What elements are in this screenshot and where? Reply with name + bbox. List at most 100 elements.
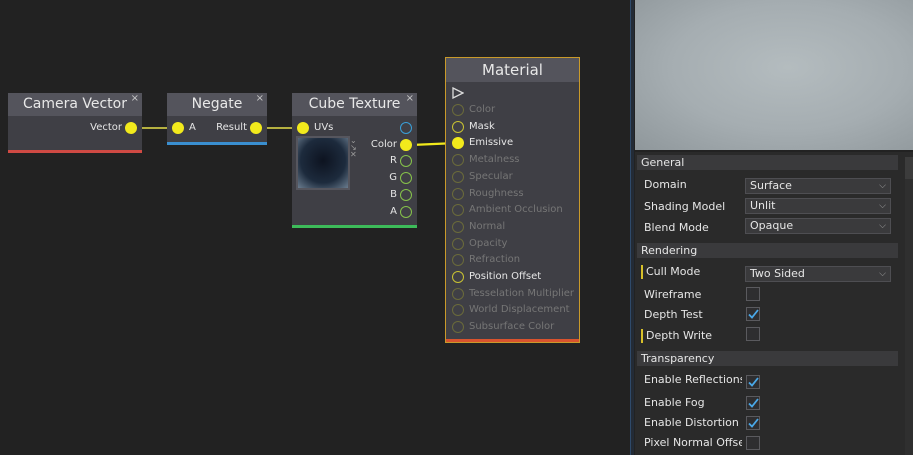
pin-label-normal: Normal	[469, 220, 506, 232]
pin-label-vector: Vector	[90, 122, 122, 133]
input-pin-tesselation-multiplier[interactable]	[452, 287, 464, 300]
node-color-bar	[167, 142, 267, 145]
close-icon[interactable]: ×	[131, 93, 139, 105]
close-icon[interactable]: ×	[256, 93, 264, 105]
cull-mode-dropdown[interactable]: Two Sided ⌵	[745, 266, 891, 282]
properties-scrollbar-thumb[interactable]	[905, 157, 913, 179]
node-color-bar	[292, 225, 417, 228]
camera-vector-node[interactable]: Camera Vector × Vector	[8, 93, 142, 153]
wireframe-checkbox[interactable]	[746, 287, 760, 301]
section-header-general[interactable]: General	[637, 155, 898, 170]
input-pin-normal[interactable]	[452, 220, 464, 233]
pin-label-mask: Mask	[469, 120, 495, 132]
node-title: Cube Texture	[292, 93, 417, 116]
pin-label-specular: Specular	[469, 170, 513, 182]
pin-label-opacity: Opacity	[469, 237, 508, 249]
output-pin-r[interactable]	[400, 155, 412, 167]
pin-label-metalness: Metalness	[469, 154, 520, 166]
input-pin-mask[interactable]	[452, 120, 464, 133]
checkmark-icon	[748, 377, 759, 387]
input-pin-roughness[interactable]	[452, 187, 464, 200]
pin-label-ambient-occlusion: Ambient Occlusion	[469, 204, 563, 216]
output-pin-a[interactable]	[400, 206, 412, 218]
texture-options-icon[interactable]: ⌄ ↘ ✕	[350, 137, 357, 159]
section-header-rendering[interactable]: Rendering	[637, 243, 898, 258]
pin-label-world-displacement: World Displacement	[469, 304, 570, 316]
play-arrow-icon[interactable]	[452, 87, 464, 99]
checkmark-icon	[748, 398, 759, 408]
checkmark-icon	[748, 309, 759, 319]
input-pin-subsurface-color[interactable]	[452, 321, 464, 334]
pin-label-tesselation-multiplier: Tesselation Multiplier	[469, 287, 574, 299]
chevron-down-icon: ⌵	[879, 221, 886, 231]
pin-label-result: Result	[216, 122, 247, 133]
node-title: Camera Vector	[8, 93, 142, 116]
output-pin-result[interactable]	[250, 122, 262, 134]
pin-label-b: B	[390, 189, 397, 200]
enable-reflections-checkbox[interactable]	[746, 375, 760, 389]
enable-fog-checkbox[interactable]	[746, 396, 760, 410]
cube-texture-node[interactable]: Cube Texture × UVs ⌄ ↘ ✕ Color R G B A	[292, 93, 417, 228]
output-pin-g[interactable]	[400, 172, 412, 184]
cull-mode-label: Cull Mode	[641, 265, 744, 279]
section-header-transparency[interactable]: Transparency	[637, 351, 898, 366]
chevron-down-icon: ⌵	[879, 269, 886, 279]
output-pin-vector[interactable]	[125, 122, 137, 134]
pin-label-a-out: A	[390, 206, 397, 217]
depth-write-label: Depth Write	[641, 329, 744, 343]
domain-dropdown[interactable]: Surface ⌵	[745, 178, 891, 194]
output-pin-b[interactable]	[400, 189, 412, 201]
chevron-down-icon: ⌵	[879, 181, 886, 191]
pin-label-r: R	[390, 155, 397, 166]
input-pin-uvs[interactable]	[297, 122, 309, 134]
properties-scrollbar[interactable]	[905, 157, 913, 455]
pin-label-roughness: Roughness	[469, 187, 524, 199]
input-pin-ambient-occlusion[interactable]	[452, 204, 464, 217]
pin-label-color: Color	[370, 139, 397, 150]
enable-distortion-checkbox[interactable]	[746, 416, 760, 430]
pin-label-a: A	[189, 122, 196, 133]
panel-splitter[interactable]	[630, 0, 634, 455]
input-pin-emissive[interactable]	[452, 137, 464, 150]
depth-test-label: Depth Test	[644, 308, 703, 321]
domain-label: Domain	[644, 178, 687, 191]
depth-test-checkbox[interactable]	[746, 307, 760, 321]
shading-model-dropdown[interactable]: Unlit ⌵	[745, 198, 891, 214]
close-icon[interactable]: ×	[406, 93, 414, 105]
wireframe-label: Wireframe	[644, 288, 702, 301]
material-preview-viewport[interactable]	[635, 0, 913, 150]
input-pin-a[interactable]	[172, 122, 184, 134]
pin-label-color: Color	[469, 104, 496, 115]
pin-label-emissive: Emissive	[469, 137, 514, 149]
pixel-normal-offset-label: Pixel Normal Offset	[644, 436, 742, 449]
cull-mode-value: Two Sided	[750, 267, 805, 280]
input-pin-opacity[interactable]	[452, 237, 464, 250]
output-pin-unlabeled[interactable]	[400, 122, 412, 134]
pin-label-g: G	[389, 172, 397, 183]
texture-thumbnail[interactable]	[296, 136, 350, 190]
material-node[interactable]: Material Color Mask Emissive Metalness Specu…	[445, 57, 580, 343]
depth-write-checkbox[interactable]	[746, 327, 760, 341]
input-pin-specular[interactable]	[452, 170, 464, 183]
input-pin-world-displacement[interactable]	[452, 304, 464, 317]
pixel-normal-offset-checkbox[interactable]	[746, 436, 760, 450]
pin-label-position-offset: Position Offset	[469, 271, 542, 282]
node-graph-canvas[interactable]: Camera Vector × Vector Negate × A Result…	[0, 0, 630, 455]
properties-panel: General Domain Surface ⌵ Shading Model Un…	[635, 152, 913, 455]
checkmark-icon	[748, 418, 759, 428]
shading-model-value: Unlit	[750, 199, 776, 212]
input-pin-refraction[interactable]	[452, 254, 464, 267]
negate-node[interactable]: Negate × A Result	[167, 93, 267, 145]
input-pin-metalness[interactable]	[452, 154, 464, 167]
pin-label-subsurface-color: Subsurface Color	[469, 321, 555, 333]
shading-model-label: Shading Model	[644, 200, 726, 213]
blend-mode-value: Opaque	[750, 219, 794, 232]
blend-mode-dropdown[interactable]: Opaque ⌵	[745, 218, 891, 234]
input-pin-position-offset[interactable]	[452, 271, 464, 283]
enable-reflections-label: Enable Reflections	[644, 373, 742, 386]
input-pin-color[interactable]	[452, 104, 464, 116]
node-color-bar	[446, 339, 579, 342]
enable-fog-label: Enable Fog	[644, 396, 705, 409]
texture-preview-image	[298, 138, 348, 188]
output-pin-color[interactable]	[400, 139, 412, 151]
